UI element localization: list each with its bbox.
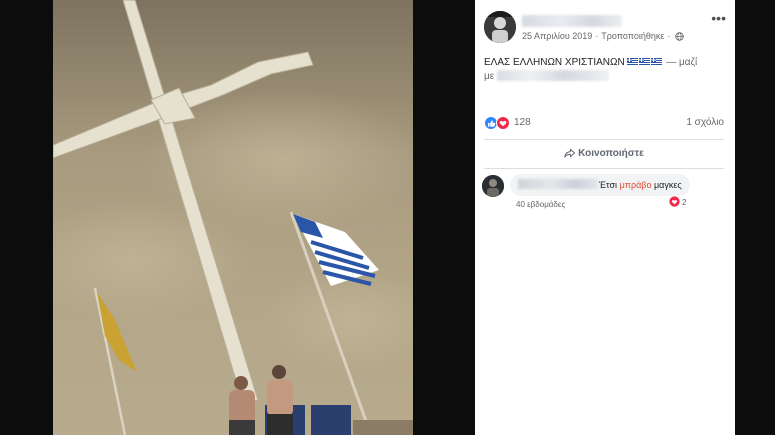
photo-backdrop: [0, 0, 475, 435]
post-details-panel: 25 Απριλίου 2019 · Τροποποιήθηκε · ••• ΕΛΑΣ…: [475, 0, 735, 435]
comment-text-part: Έτσι: [599, 180, 618, 190]
comment-text-highlight: μπράβο: [619, 180, 652, 190]
reaction-icons[interactable]: [484, 116, 512, 130]
comment-reaction[interactable]: 2: [669, 196, 686, 208]
greek-flag-icon: [627, 58, 639, 66]
commenter-name-redacted[interactable]: [518, 179, 598, 189]
divider: [484, 168, 724, 169]
divider: [484, 139, 724, 140]
reaction-count[interactable]: 128: [514, 117, 531, 128]
tagged-names-redacted[interactable]: [497, 70, 610, 81]
greek-flag-icon: [651, 58, 663, 66]
post-meta: 25 Απριλίου 2019 · Τροποποιήθηκε ·: [522, 31, 685, 41]
comment-text: Έτσι μπράβο μαγκες: [599, 180, 682, 190]
share-button[interactable]: Κοινοποιήστε: [484, 144, 724, 164]
greek-flag-icon: [639, 58, 651, 66]
edited-label[interactable]: Τροποποιήθηκε: [601, 31, 664, 41]
author-name-redacted[interactable]: [522, 15, 622, 27]
comment-text-part: μαγκες: [653, 180, 682, 190]
commenter-avatar[interactable]: [482, 175, 504, 197]
post-header: 25 Απριλίου 2019 · Τροποποιήθηκε · •••: [484, 11, 726, 45]
share-icon: [564, 148, 576, 158]
right-backdrop: [735, 0, 775, 435]
with-prefix: με: [484, 71, 495, 82]
share-label: Κοινοποιήστε: [578, 148, 644, 159]
globe-icon: [675, 32, 685, 41]
post-date[interactable]: 25 Απριλίου 2019: [522, 31, 592, 41]
with-label: — μαζί: [666, 57, 698, 68]
author-avatar[interactable]: [484, 11, 516, 43]
like-icon: [484, 116, 498, 130]
more-options-icon[interactable]: •••: [711, 11, 726, 25]
comment-bubble: Έτσι μπράβο μαγκες: [510, 174, 690, 196]
comment-time[interactable]: 40 εβδομάδες: [516, 200, 565, 209]
post-message: ΕΛΑΣ ΕΛΛΗΝΩΝ ΧΡΙΣΤΙΑΝΩΝ: [484, 57, 625, 68]
facebook-photo-viewer: 25 Απριλίου 2019 · Τροποποιήθηκε · ••• ΕΛΑΣ…: [0, 0, 775, 435]
comment-item: Έτσι μπράβο μαγκες 2 40 εβδομάδες: [482, 174, 727, 214]
post-text: ΕΛΑΣ ΕΛΛΗΝΩΝ ΧΡΙΣΤΙΑΝΩΝ — μαζί με: [484, 56, 729, 84]
love-icon: [496, 116, 510, 130]
commenter-avatar-image: [482, 175, 504, 197]
comments-count-link[interactable]: 1 σχόλιο: [686, 117, 724, 128]
post-photo[interactable]: [53, 0, 413, 435]
avatar-image: [484, 11, 516, 43]
reaction-summary: 128 1 σχόλιο: [484, 116, 724, 132]
comment-reaction-count: 2: [682, 198, 687, 207]
love-icon: [669, 196, 680, 207]
photo-image: [53, 0, 413, 435]
